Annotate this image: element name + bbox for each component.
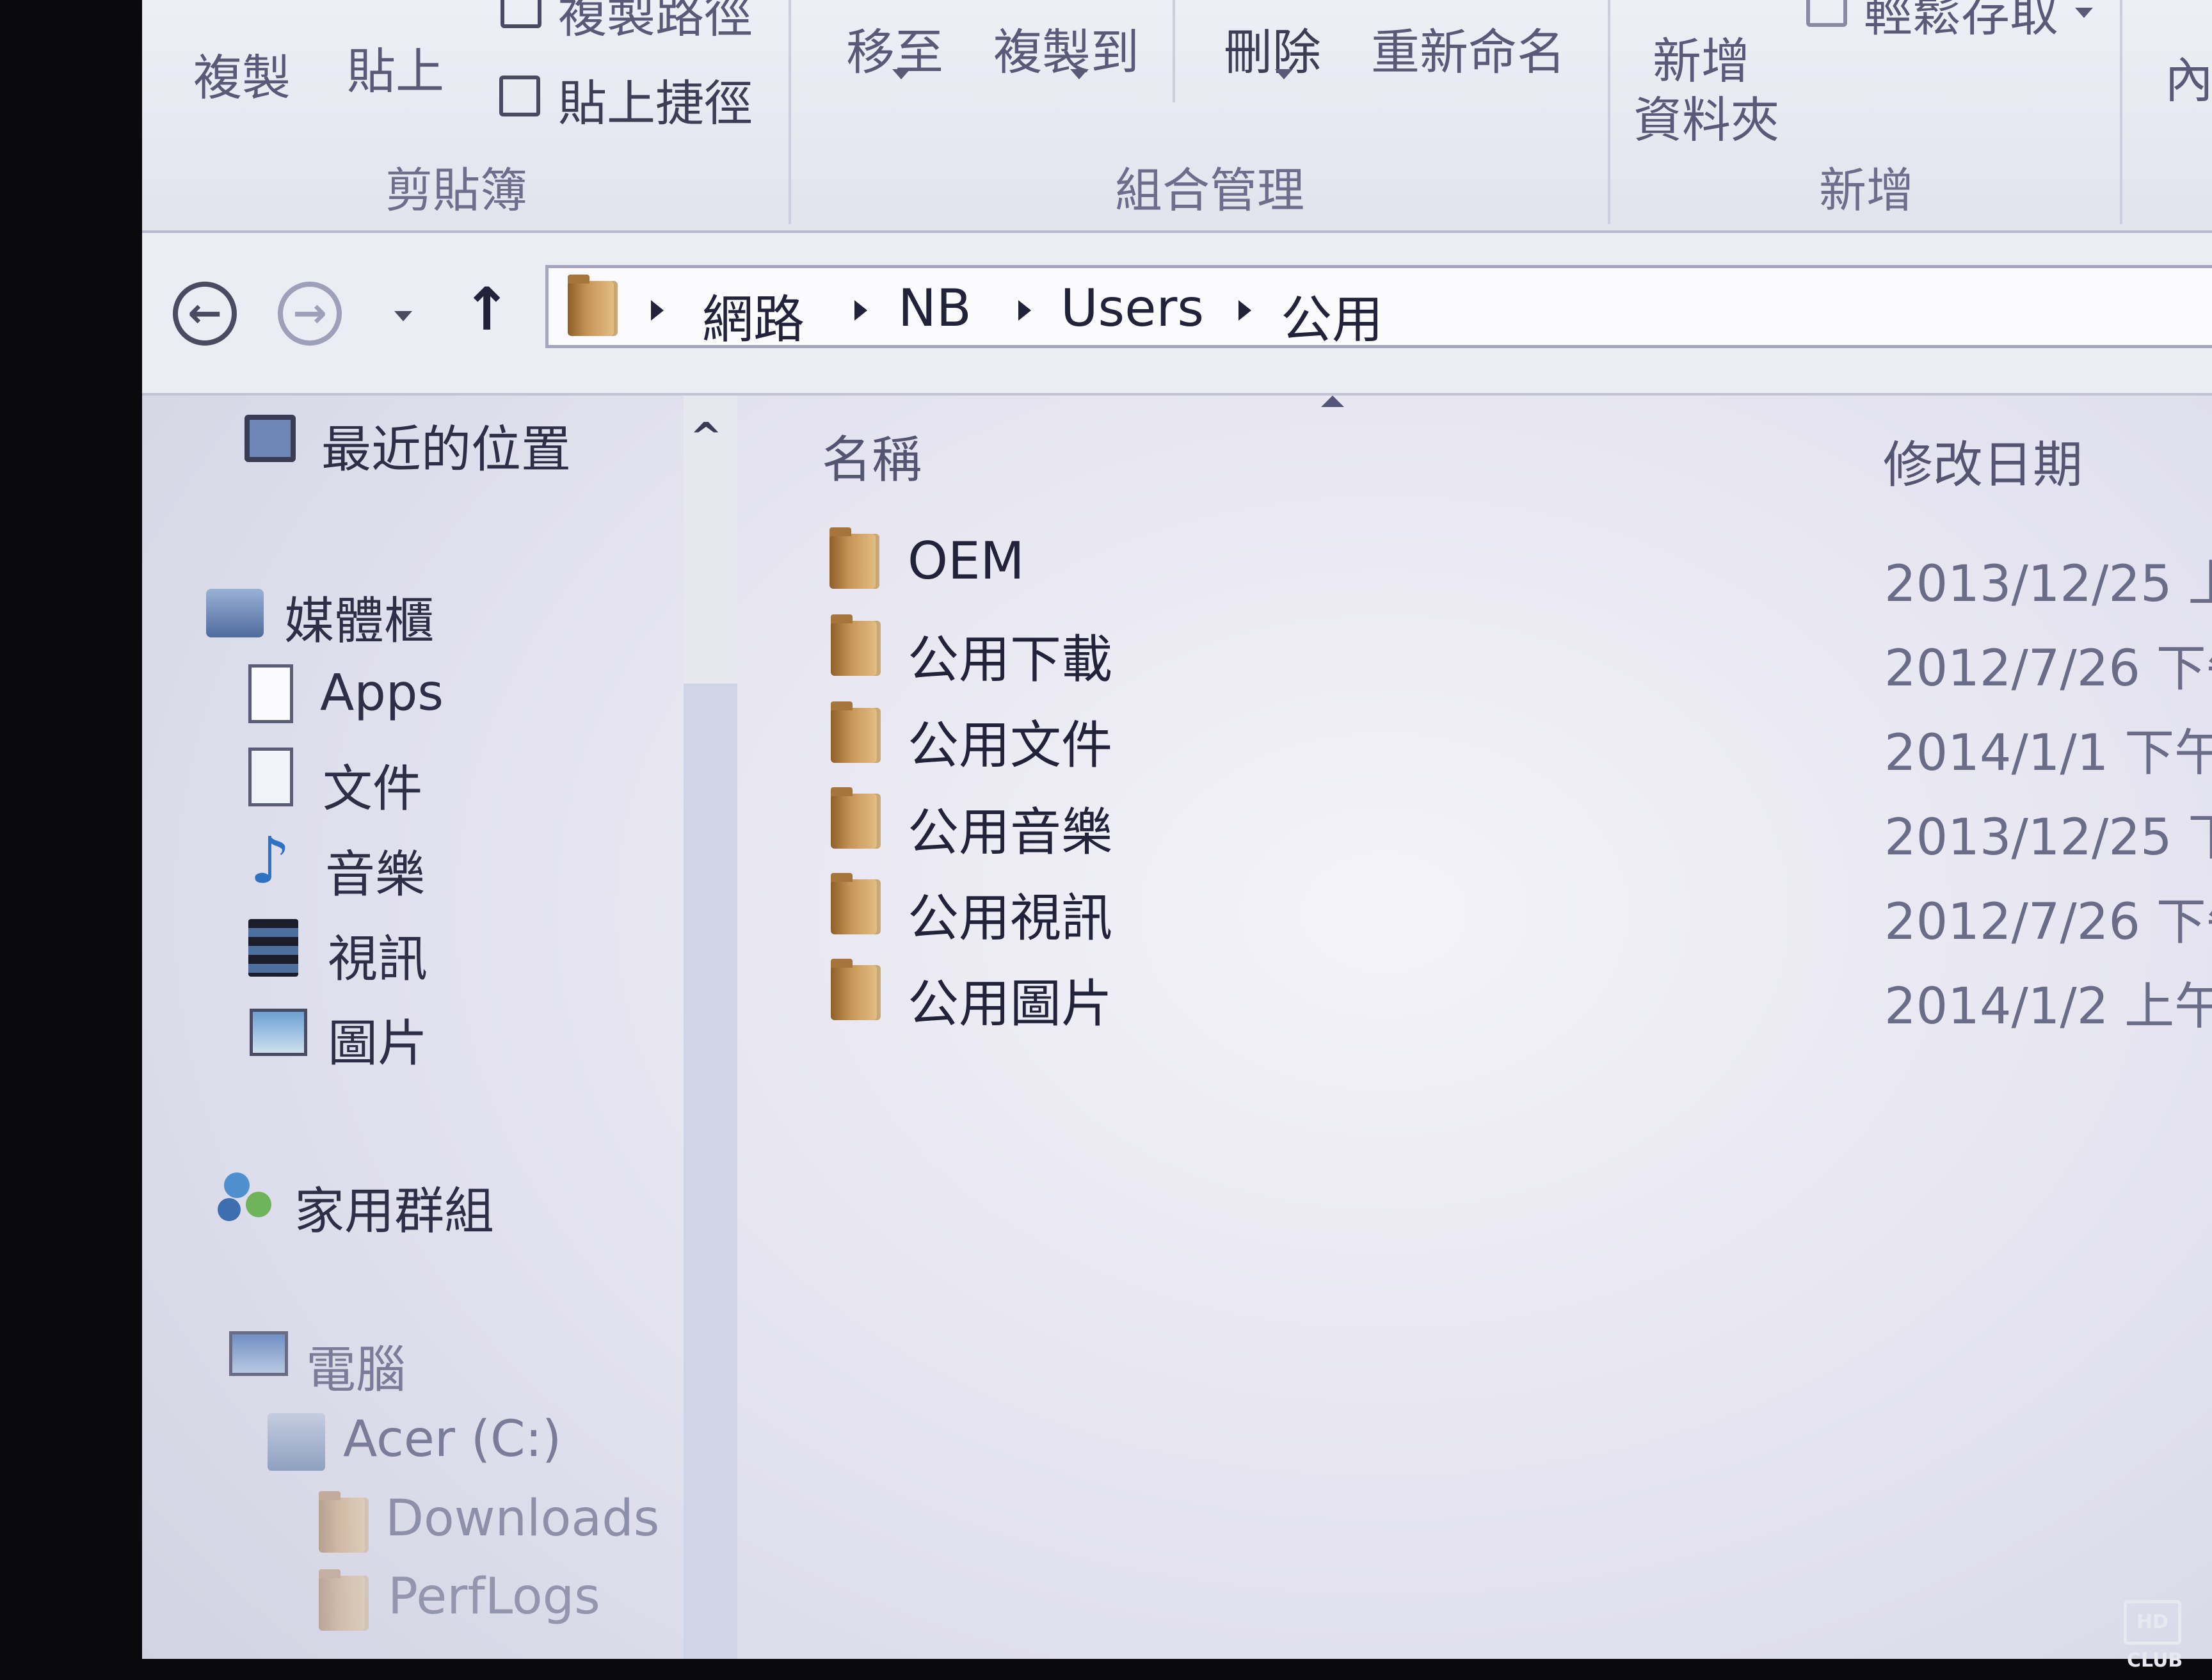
clipboard-group-label: 剪貼簿 (385, 163, 527, 218)
folder-icon (831, 614, 881, 676)
collapse-chevron-up-icon[interactable]: ^ (690, 415, 722, 460)
navigation-pane: ^ 最近的位置 媒體櫃 Apps 文件 ♪ 音樂 視訊 圖片 家用群組 電腦 A… (142, 396, 744, 1659)
sidebar-item-computer[interactable]: 電腦 (306, 1330, 406, 1402)
folder-icon (568, 275, 618, 336)
sidebar-item-documents[interactable]: 文件 (323, 749, 422, 820)
pictures-icon (250, 1009, 307, 1056)
breadcrumb-nb[interactable]: NB (898, 278, 972, 338)
sidebar-item-homegroup[interactable]: 家用群組 (294, 1171, 494, 1243)
copy-path-icon (501, 0, 541, 28)
new-group-label: 新增 (1819, 163, 1914, 218)
file-name: 公用視訊 (908, 888, 1112, 948)
folder-icon (831, 959, 881, 1020)
delete-button[interactable]: 刪除 (1224, 13, 1321, 83)
back-arrow-icon[interactable]: ← (173, 282, 237, 346)
file-date: 2014/1/1 下午 0 (1884, 724, 2212, 782)
file-date: 2013/12/25 上午 (1884, 556, 2212, 613)
file-explorer-window: 複製 貼上 複製路徑 貼上捷徑 剪貼簿 移至 複製到 刪除 重新命名 組合管理 … (142, 0, 2212, 1659)
file-date: 2012/7/26 下午 (1884, 893, 2212, 951)
column-header-name[interactable]: 名稱 (822, 420, 922, 492)
sidebar-item-pictures[interactable]: 圖片 (328, 1004, 428, 1075)
file-name: 公用文件 (908, 716, 1112, 775)
breadcrumb-chevron-right-icon[interactable] (651, 300, 664, 321)
sidebar-item-apps[interactable]: Apps (320, 664, 444, 722)
paste-shortcut-button[interactable]: 貼上捷徑 (558, 64, 753, 134)
sidebar-item-perflogs[interactable]: PerfLogs (388, 1568, 600, 1626)
document-icon (248, 748, 293, 806)
rename-button[interactable]: 重新命名 (1371, 13, 1566, 83)
file-date: 2014/1/2 上午 0 (1884, 978, 2212, 1036)
move-to-chevron-down-icon (892, 69, 910, 79)
file-name: OEM (908, 531, 1025, 591)
file-date: 2012/7/26 下午 (1884, 640, 2212, 698)
recent-locations-chevron-down-icon[interactable] (394, 311, 412, 321)
breadcrumb-users[interactable]: Users (1061, 278, 1204, 338)
new-folder-button-line2[interactable]: 資料夾 (1633, 81, 1779, 151)
libraries-icon (206, 589, 264, 637)
video-film-icon (248, 919, 298, 977)
file-name: 公用下載 (908, 630, 1112, 689)
homegroup-icon (218, 1166, 275, 1224)
navigation-bar: ← → ↑ 網路 NB Users 公用 (142, 233, 2212, 396)
folder-icon (831, 787, 881, 849)
computer-icon (229, 1331, 288, 1376)
easy-access-button[interactable]: 輕鬆存取 (1864, 0, 2058, 45)
ribbon-separator (789, 0, 791, 224)
ribbon-separator (1173, 0, 1175, 102)
paste-shortcut-icon (499, 76, 540, 116)
breadcrumb-chevron-right-icon[interactable] (1018, 300, 1031, 321)
music-note-icon: ♪ (250, 823, 291, 898)
watermark-logo: HD CLUB (2124, 1600, 2183, 1672)
breadcrumb-network[interactable]: 網路 (702, 278, 805, 353)
sidebar-item-drive-c[interactable]: Acer (C:) (343, 1411, 561, 1468)
column-header-date-modified[interactable]: 修改日期 (1883, 425, 2083, 497)
ribbon-separator (2120, 0, 2122, 224)
sidebar-item-downloads[interactable]: Downloads (385, 1490, 659, 1548)
folder-icon (831, 701, 881, 763)
easy-access-icon (1806, 0, 1847, 27)
copy-to-button[interactable]: 複製到 (993, 13, 1139, 83)
forward-arrow-icon[interactable]: → (278, 282, 342, 346)
breadcrumb-chevron-right-icon[interactable] (1238, 300, 1251, 321)
copy-button[interactable]: 複製 (193, 38, 291, 109)
sort-ascending-icon (1321, 396, 1344, 407)
organize-group-label: 組合管理 (1115, 163, 1304, 218)
copy-to-chevron-down-icon (1070, 69, 1088, 79)
delete-chevron-down-icon (1275, 69, 1293, 79)
sidebar-item-libraries[interactable]: 媒體櫃 (284, 581, 434, 653)
scrollbar-thumb[interactable] (684, 684, 737, 1659)
folder-icon (830, 527, 879, 589)
sidebar-item-recent[interactable]: 最近的位置 (321, 410, 571, 481)
recent-places-icon (244, 415, 296, 462)
address-bar[interactable]: 網路 NB Users 公用 (545, 265, 2212, 349)
breadcrumb-chevron-right-icon[interactable] (854, 300, 867, 321)
apps-file-icon (248, 664, 293, 723)
folder-icon (319, 1491, 369, 1553)
file-name: 公用音樂 (908, 803, 1112, 862)
ribbon: 複製 貼上 複製路徑 貼上捷徑 剪貼簿 移至 複製到 刪除 重新命名 組合管理 … (142, 0, 2212, 233)
easy-access-chevron-down-icon (2075, 8, 2093, 18)
paste-button[interactable]: 貼上 (347, 32, 444, 102)
file-name: 公用圖片 (908, 974, 1112, 1034)
ribbon-separator (1608, 0, 1610, 224)
up-arrow-icon[interactable]: ↑ (462, 275, 511, 344)
folder-icon (319, 1569, 369, 1631)
folder-icon (831, 873, 881, 934)
drive-icon (268, 1413, 325, 1471)
sidebar-item-videos[interactable]: 視訊 (328, 919, 428, 991)
properties-button[interactable]: 內 (2165, 41, 2212, 111)
file-date: 2013/12/25 下午 (1884, 809, 2212, 867)
sidebar-item-music[interactable]: 音樂 (325, 835, 425, 906)
copy-path-button[interactable]: 複製路徑 (558, 0, 753, 46)
breadcrumb-public[interactable]: 公用 (1281, 278, 1383, 353)
